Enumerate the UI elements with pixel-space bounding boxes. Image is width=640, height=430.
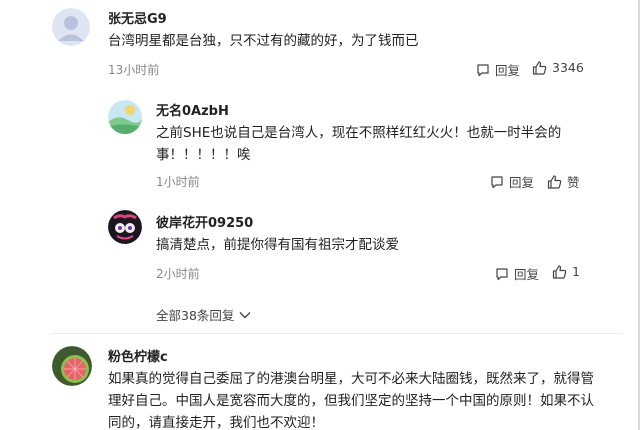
comment-username[interactable]: 粉色柠檬c [108, 346, 168, 365]
avatar[interactable] [108, 100, 142, 134]
like-label: 赞 [567, 175, 580, 190]
comment-text: 之前SHE也说自己是台湾人，现在不照样红红火火！也就一时半会的事！！！！！唉 [156, 125, 562, 163]
like-count: 1 [572, 264, 580, 279]
thumbs-up-icon [547, 174, 562, 189]
comment-bubble-icon [496, 267, 508, 280]
avatar[interactable] [52, 346, 92, 386]
reply-button[interactable]: 回复 [490, 172, 534, 191]
avatar[interactable] [52, 8, 90, 46]
like-count: 3346 [552, 60, 584, 75]
comment-username[interactable]: 无名0AzbH [156, 100, 229, 119]
default-avatar-icon [52, 8, 90, 46]
reply-label: 回复 [495, 63, 521, 78]
reply-label: 回复 [509, 175, 535, 190]
reply-button[interactable]: 回复 [495, 264, 539, 283]
comment-timestamp: 13小时前 [108, 63, 160, 77]
comment-text: 如果真的觉得自己委屈了的港澳台明星，大可不必来大陆圈钱，既然来了，就得管理好自己… [108, 371, 594, 430]
thumbs-up-icon [532, 60, 547, 75]
reply-button[interactable]: 回复 [476, 60, 520, 79]
chevron-down-icon [239, 311, 251, 318]
comment-timestamp: 1小时前 [156, 175, 200, 189]
comment-username[interactable]: 彼岸花开09250 [156, 212, 253, 231]
cartoon-avatar-icon [108, 210, 142, 244]
comment-divider [52, 333, 622, 334]
landscape-avatar-icon [108, 100, 142, 134]
avatar[interactable] [108, 210, 142, 244]
comment-bubble-icon [491, 175, 503, 188]
expand-replies-button[interactable]: 全部38条回复 [156, 305, 251, 324]
comment-text: 搞清楚点，前提你得有国有祖宗才配谈爱 [156, 237, 399, 253]
comment-username[interactable]: 张无忌G9 [108, 8, 167, 27]
comment-text: 台湾明星都是台独，只不过有的藏的好，为了钱而已 [108, 33, 419, 49]
comment-bubble-icon [477, 63, 489, 76]
thumbs-up-icon [552, 264, 567, 279]
like-button[interactable]: 3346 [532, 60, 584, 75]
like-button[interactable]: 1 [552, 264, 580, 279]
expand-replies-label: 全部38条回复 [156, 308, 235, 323]
comment-timestamp: 2小时前 [156, 267, 200, 281]
like-button[interactable]: 赞 [547, 172, 580, 191]
grapefruit-avatar-icon [52, 346, 92, 386]
reply-label: 回复 [514, 267, 540, 282]
